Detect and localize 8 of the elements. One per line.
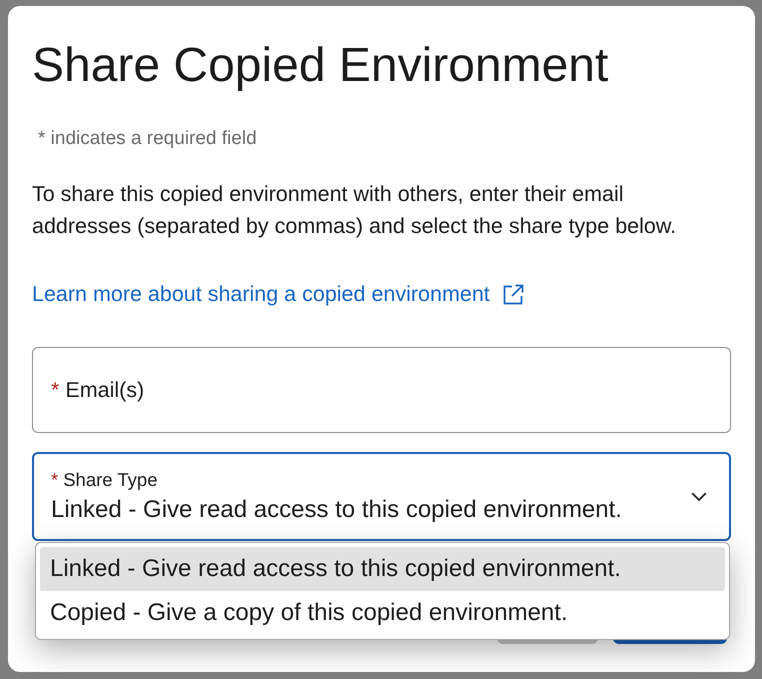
instructions-text: To share this copied environment with others, enter their email addresses (separated by commas) and select the share type below. bbox=[32, 181, 678, 240]
dropdown-option[interactable]: Linked - Give read access to this copied environment. bbox=[40, 547, 725, 591]
required-field-note: * indicates a required field bbox=[38, 127, 257, 151]
share-type-select[interactable]: * Share Type Linked - Give read access to this copied environment. bbox=[32, 452, 731, 541]
chevron-down-icon bbox=[691, 492, 707, 502]
help-link[interactable]: Learn more about sharing a copied environment bbox=[32, 280, 524, 308]
dialog-title: Share Copied Environment bbox=[32, 39, 608, 92]
email-field[interactable]: * Email(s) bbox=[32, 347, 731, 433]
